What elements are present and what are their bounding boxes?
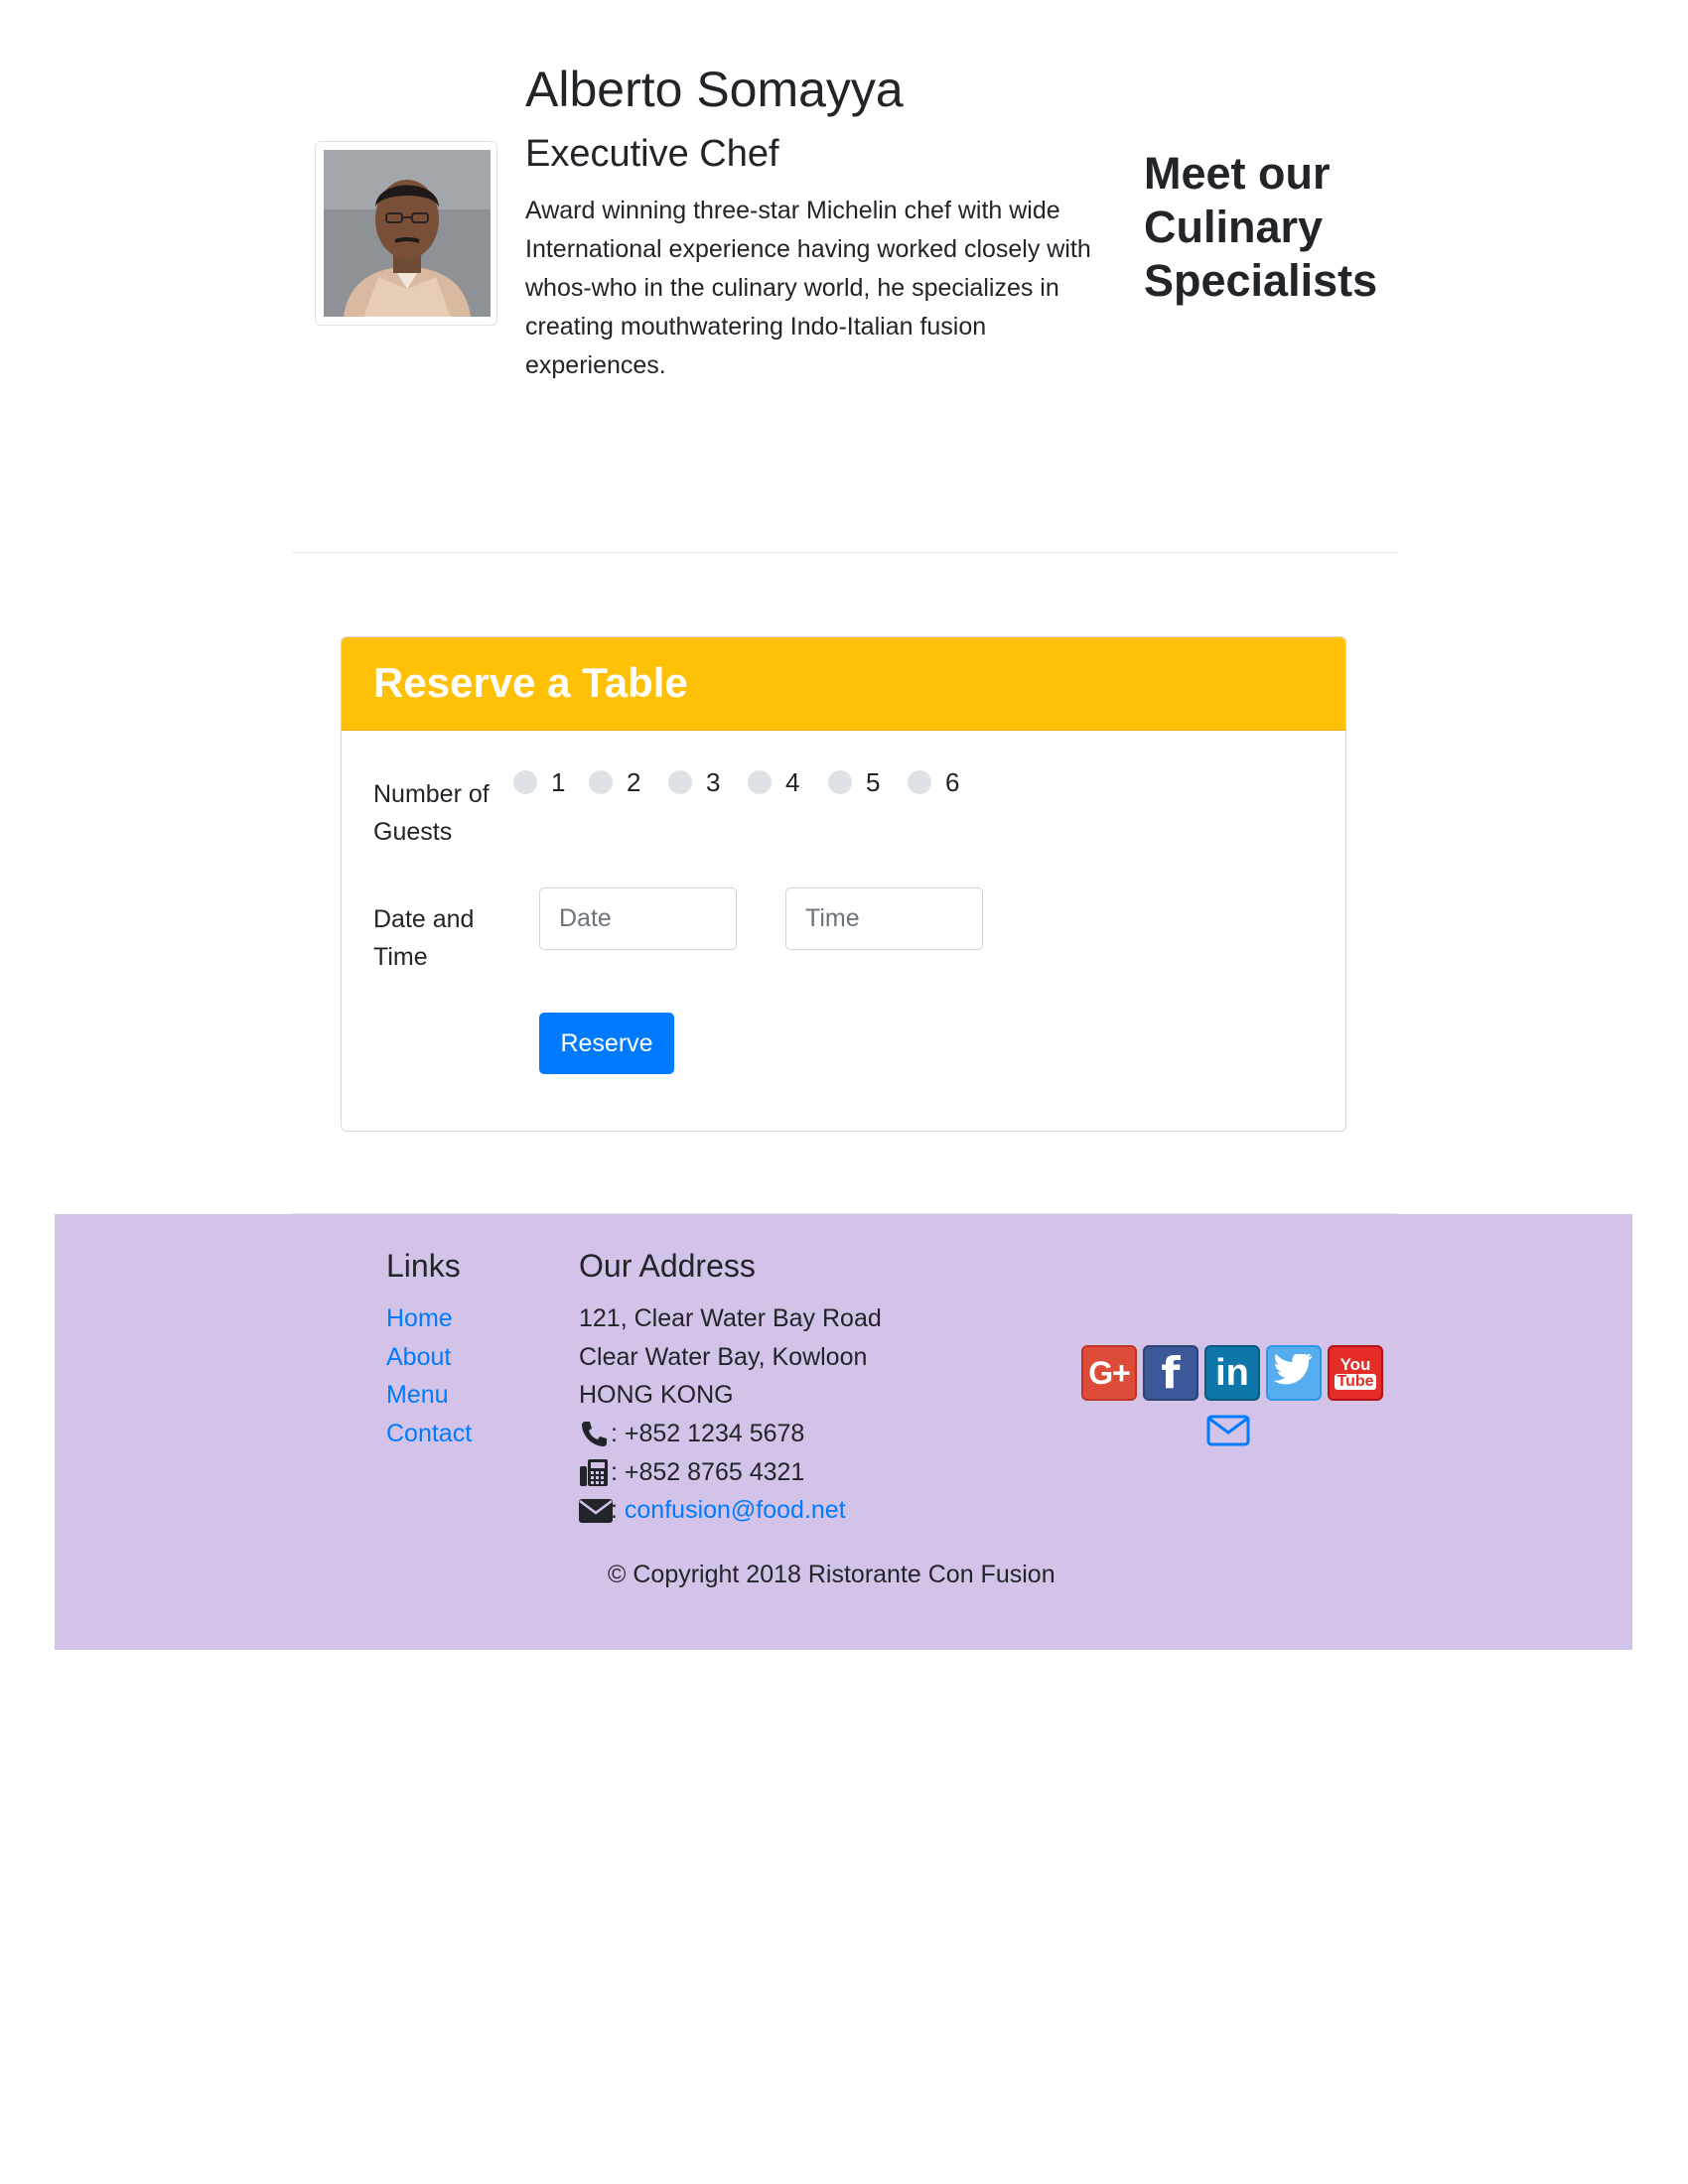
reserve-button[interactable]: Reserve (539, 1013, 674, 1074)
copyright-text: © Copyright 2018 Ristorante Con Fusion (608, 1561, 1055, 1588)
address-line-1: 121, Clear Water Bay Road (579, 1304, 882, 1332)
phone-number: : +852 1234 5678 (611, 1420, 805, 1447)
datetime-label: Date and Time (373, 905, 475, 971)
radio-button[interactable] (513, 770, 537, 794)
chef-name: Alberto Somayya (525, 62, 904, 117)
guests-radio-1[interactable]: 1 (513, 766, 565, 798)
address-line-2: Clear Water Bay, Kowloon (579, 1343, 868, 1371)
radio-button[interactable] (828, 770, 852, 794)
chef-photo-frame (315, 141, 497, 326)
linkedin-button[interactable]: in (1204, 1345, 1260, 1401)
links-heading: Links (386, 1248, 461, 1284)
google-plus-button[interactable]: G+ (1081, 1345, 1137, 1401)
footer-link-menu[interactable]: Menu (386, 1377, 449, 1413)
radio-label: 5 (866, 766, 881, 797)
guests-radio-3[interactable]: 3 (668, 766, 720, 798)
email-prefix: : (611, 1496, 625, 1524)
envelope-icon (579, 1495, 613, 1525)
chef-title: Executive Chef (525, 133, 779, 175)
radio-label: 3 (706, 766, 721, 797)
guests-label: Number of Guests (373, 780, 490, 846)
youtube-icon: Tube (1335, 1373, 1376, 1390)
guests-radio-2[interactable]: 2 (589, 766, 640, 798)
twitter-icon (1273, 1351, 1314, 1393)
phone-line: : +852 1234 5678 (579, 1416, 804, 1451)
address-heading: Our Address (579, 1248, 756, 1284)
footer-link-home[interactable]: Home (386, 1300, 453, 1336)
facebook-icon: f (1161, 1347, 1181, 1399)
section-divider (292, 552, 1397, 553)
radio-button[interactable] (589, 770, 613, 794)
radio-button[interactable] (748, 770, 772, 794)
linkedin-icon: in (1215, 1351, 1249, 1394)
envelope-outline-icon (1206, 1415, 1250, 1446)
footer-link-about[interactable]: About (386, 1339, 451, 1375)
date-input[interactable] (539, 887, 737, 950)
radio-label: 4 (785, 766, 800, 797)
twitter-button[interactable] (1266, 1345, 1322, 1401)
fax-icon (579, 1457, 609, 1487)
radio-button[interactable] (668, 770, 692, 794)
email-line: : confusion@food.net (579, 1492, 846, 1528)
reservation-card-header: Reserve a Table (342, 637, 1345, 731)
youtube-button[interactable]: You Tube (1328, 1345, 1383, 1401)
chef-bio: Award winning three-star Michelin chef w… (525, 197, 1091, 379)
chef-photo (324, 150, 491, 317)
guests-radio-5[interactable]: 5 (828, 766, 880, 798)
radio-button[interactable] (908, 770, 931, 794)
fax-number: : +852 8765 4321 (611, 1458, 805, 1486)
footer-link-contact[interactable]: Contact (386, 1416, 472, 1451)
radio-label: 6 (945, 766, 960, 797)
radio-label: 1 (551, 766, 566, 797)
email-link[interactable]: confusion@food.net (625, 1492, 846, 1528)
guests-radio-6[interactable]: 6 (908, 766, 959, 798)
guests-radio-4[interactable]: 4 (748, 766, 799, 798)
reservation-title: Reserve a Table (373, 659, 688, 706)
reservation-card: Reserve a Table (341, 636, 1346, 1132)
fax-line: : +852 8765 4321 (579, 1454, 804, 1490)
radio-label: 2 (627, 766, 641, 797)
youtube-icon-text-top: You (1339, 1355, 1371, 1374)
specialists-heading: Meet our Culinary Specialists (1144, 148, 1378, 306)
facebook-button[interactable]: f (1143, 1345, 1198, 1401)
google-plus-icon: G+ (1088, 1354, 1131, 1391)
address-line-3: HONG KONG (579, 1381, 734, 1409)
time-input[interactable] (785, 887, 983, 950)
phone-icon (579, 1419, 609, 1448)
mail-link[interactable] (1206, 1415, 1250, 1446)
